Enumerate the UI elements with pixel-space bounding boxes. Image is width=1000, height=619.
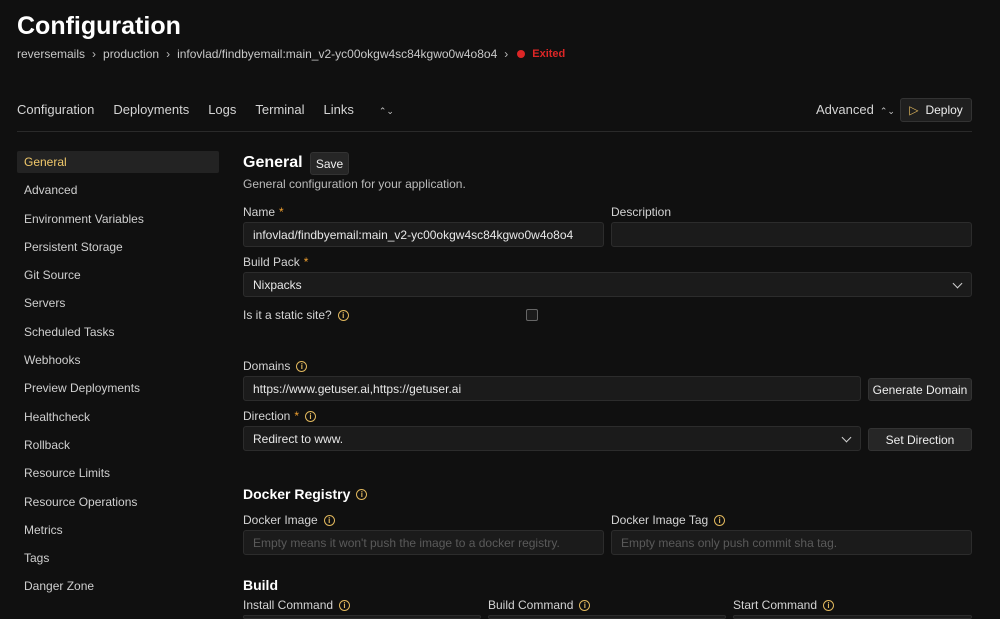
header-divider [17,131,972,132]
required-marker: * [294,409,300,423]
direction-label-text: Direction [243,409,291,423]
deploy-button-label: Deploy [925,103,963,117]
set-direction-button[interactable]: Set Direction [868,428,972,451]
info-icon[interactable]: i [356,488,368,500]
breadcrumb: reversemails › production › infovlad/fin… [17,47,565,61]
generate-domain-button[interactable]: Generate Domain [868,378,972,401]
breadcrumb-environment[interactable]: production [103,47,159,61]
docker-image-label: Docker Image i [243,513,335,527]
sidebar-item-webhooks[interactable]: Webhooks [17,349,219,371]
chevron-right-icon: › [166,47,171,61]
domains-label-text: Domains [243,359,291,373]
direction-value: Redirect to www. [253,431,344,446]
direction-label: Direction * i [243,409,317,423]
description-input[interactable] [611,222,972,247]
play-icon: ▷ [909,103,919,117]
name-input[interactable]: infovlad/findbyemail:main_v2-yc00okgw4sc… [243,222,604,247]
start-command-input[interactable] [733,615,972,619]
general-description: General configuration for your applicati… [243,177,466,191]
save-button[interactable]: Save [310,152,349,175]
chevron-right-icon: › [92,47,97,61]
main-tabs: Configuration Deployments Logs Terminal … [17,102,432,117]
info-icon[interactable]: i [323,514,335,526]
build-command-label-text: Build Command [488,598,574,612]
deploy-button[interactable]: ▷ Deploy [900,98,972,122]
sidebar-item-advanced[interactable]: Advanced [17,179,219,201]
sidebar-item-servers[interactable]: Servers [17,292,219,314]
info-icon[interactable]: i [305,410,317,422]
build-pack-label: Build Pack * [243,255,308,269]
chevron-down-icon [841,432,852,443]
docker-image-tag-input[interactable]: Empty means only push commit sha tag. [611,530,972,555]
sidebar: General Advanced Environment Variables P… [17,151,219,604]
domains-input[interactable]: https://www.getuser.ai,https://getuser.a… [243,376,861,401]
name-label-text: Name [243,205,276,219]
build-heading: Build [243,577,278,593]
status-badge: Exited [532,48,566,60]
tab-logs[interactable]: Logs [208,102,236,117]
tab-deployments[interactable]: Deployments [113,102,189,117]
build-command-label: Build Command i [488,598,591,612]
build-command-input[interactable] [488,615,726,619]
advanced-dropdown[interactable]: Advanced ⌃⌄ [816,102,895,117]
page-title: Configuration [17,12,181,40]
advanced-dropdown-label: Advanced [816,102,874,117]
tab-terminal[interactable]: Terminal [255,102,304,117]
required-marker: * [303,255,309,269]
sidebar-item-preview-deployments[interactable]: Preview Deployments [17,377,219,399]
sidebar-item-metrics[interactable]: Metrics [17,519,219,541]
build-pack-value: Nixpacks [253,277,302,292]
docker-registry-heading: Docker Registry i [243,486,368,502]
install-command-input[interactable] [243,615,481,619]
sidebar-item-rollback[interactable]: Rollback [17,434,219,456]
chevron-up-down-icon: ⌃⌄ [378,106,394,116]
install-command-label-text: Install Command [243,598,334,612]
build-pack-label-text: Build Pack [243,255,300,269]
sidebar-item-tags[interactable]: Tags [17,547,219,569]
docker-image-tag-label-text: Docker Image Tag [611,513,709,527]
chevron-up-down-icon: ⌃⌄ [879,106,895,116]
sidebar-item-git-source[interactable]: Git Source [17,264,219,286]
tab-links[interactable]: Links ⌃⌄ [324,102,413,117]
tab-configuration[interactable]: Configuration [17,102,94,117]
info-icon[interactable]: i [579,599,591,611]
docker-image-tag-label: Docker Image Tag i [611,513,726,527]
docker-image-input[interactable]: Empty means it won't push the image to a… [243,530,604,555]
info-icon[interactable]: i [714,514,726,526]
chevron-down-icon [952,278,963,289]
sidebar-item-danger-zone[interactable]: Danger Zone [17,575,219,597]
direction-select[interactable]: Redirect to www. [243,426,861,451]
domains-label: Domains i [243,359,308,373]
status-dot-icon [517,50,526,58]
general-heading: General [243,154,303,171]
static-site-checkbox[interactable] [526,309,538,321]
docker-image-label-text: Docker Image [243,513,318,527]
sidebar-item-resource-operations[interactable]: Resource Operations [17,491,219,513]
info-icon[interactable]: i [337,309,349,321]
sidebar-item-resource-limits[interactable]: Resource Limits [17,462,219,484]
static-site-label-text: Is it a static site? [243,308,332,322]
sidebar-item-environment-variables[interactable]: Environment Variables [17,208,219,230]
name-label: Name * [243,205,284,219]
breadcrumb-application[interactable]: infovlad/findbyemail:main_v2-yc00okgw4sc… [177,47,497,61]
info-icon[interactable]: i [339,599,351,611]
info-icon[interactable]: i [296,360,308,372]
sidebar-item-persistent-storage[interactable]: Persistent Storage [17,236,219,258]
start-command-label: Start Command i [733,598,835,612]
chevron-right-icon: › [504,47,509,61]
static-site-label: Is it a static site? i [243,308,349,322]
start-command-label-text: Start Command [733,598,818,612]
breadcrumb-project[interactable]: reversemails [17,47,85,61]
install-command-label: Install Command i [243,598,351,612]
description-label: Description [611,205,672,219]
tab-links-label: Links [323,102,354,117]
sidebar-item-healthcheck[interactable]: Healthcheck [17,406,219,428]
required-marker: * [279,205,284,219]
info-icon[interactable]: i [823,599,835,611]
sidebar-item-general[interactable]: General [17,151,219,173]
build-pack-select[interactable]: Nixpacks [243,272,972,297]
sidebar-item-scheduled-tasks[interactable]: Scheduled Tasks [17,321,219,343]
docker-registry-heading-text: Docker Registry [243,486,351,502]
